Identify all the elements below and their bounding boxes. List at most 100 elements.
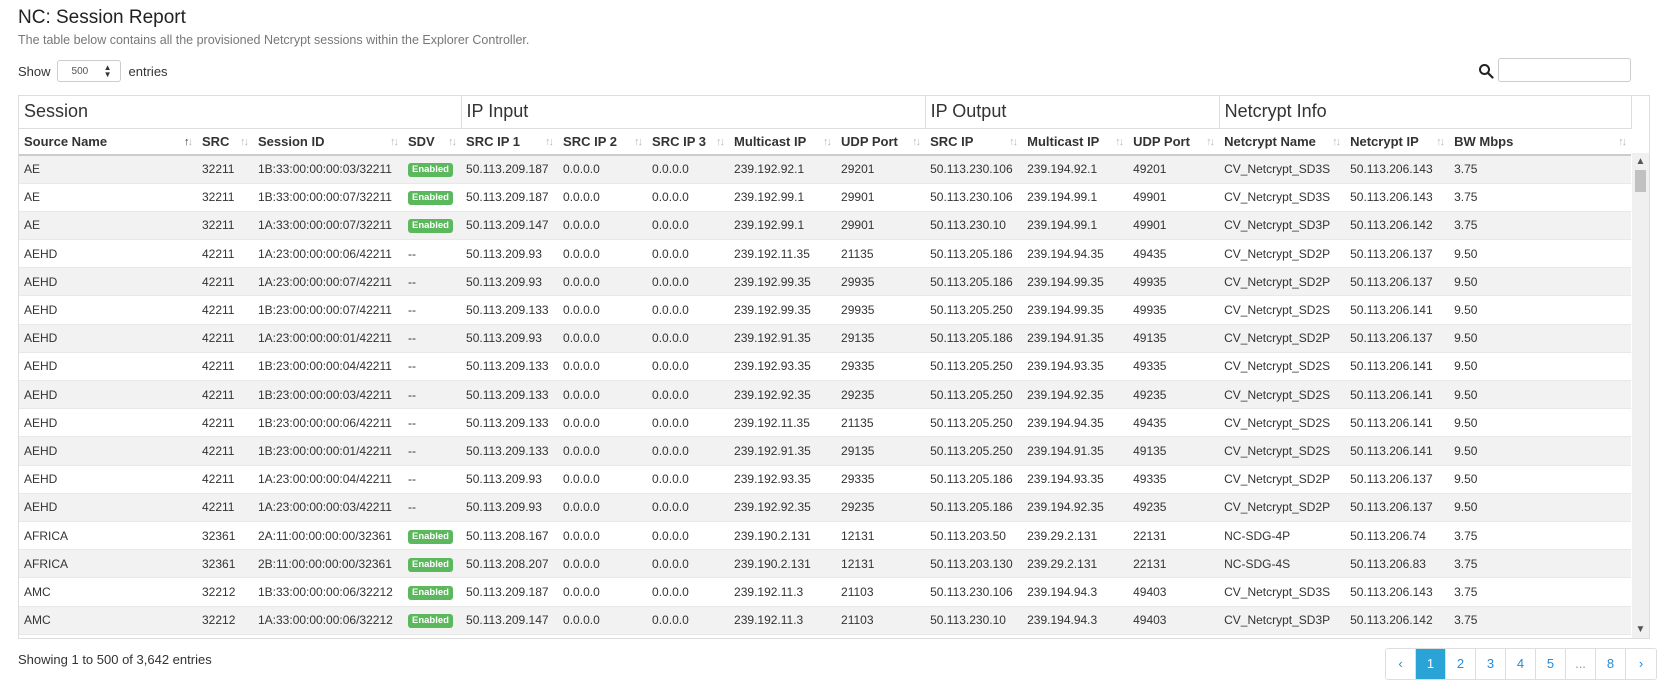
column-header-sdv-3[interactable]: SDV ↑↓: [403, 128, 462, 156]
table-cell: AEHD: [19, 436, 197, 466]
table-row[interactable]: AEHD 42211 1A:23:00:00:00:04/42211 -- 50.113…: [19, 465, 1632, 494]
scroll-up-icon[interactable]: ▲: [1632, 153, 1649, 170]
table-scrollbar[interactable]: ▲ ▼: [1632, 153, 1649, 638]
table-cell: 50.113.206.141: [1345, 408, 1450, 438]
table-cell: 0.0.0.0: [558, 436, 648, 466]
table-row[interactable]: AEHD 42211 1A:23:00:00:00:01/42211 -- 50.113…: [19, 324, 1632, 353]
column-header-src-ip-1-4[interactable]: SRC IP 1 ↑↓: [461, 128, 559, 156]
entries-per-page-select[interactable]: 500 ▲ ▼: [56, 60, 121, 82]
table-cell: 50.113.205.250: [925, 380, 1023, 410]
table-cell: AEHD: [19, 465, 197, 494]
column-header-multicast-ip-10[interactable]: Multicast IP ↑↓: [1022, 128, 1129, 156]
table-cell: --: [403, 352, 462, 382]
status-badge: Enabled: [408, 585, 453, 600]
table-row[interactable]: AE 32211 1B:33:00:00:00:03/32211 Enabled 50.…: [19, 155, 1632, 184]
table-row[interactable]: AEHD 42211 1A:23:00:00:00:06/42211 -- 50.113…: [19, 239, 1632, 269]
table-cell: 2B:11:00:00:00:00/32361: [253, 549, 403, 579]
table-cell: 50.113.206.83: [1345, 549, 1450, 579]
table-cell: 50.113.209.187: [461, 577, 559, 607]
table-cell: 42211: [197, 239, 253, 269]
table-cell: 239.194.93.35: [1022, 465, 1129, 494]
status-badge: Enabled: [408, 191, 453, 206]
table-row[interactable]: AEHD 42211 1B:23:00:00:00:04/42211 -- 50.113…: [19, 352, 1632, 382]
table-cell: 239.194.94.3: [1022, 577, 1129, 607]
table-cell: 3.75: [1449, 606, 1632, 635]
table-cell: 0.0.0.0: [647, 577, 730, 607]
table-cell: AE: [19, 155, 197, 184]
column-header-multicast-ip-7[interactable]: Multicast IP ↑↓: [729, 128, 837, 156]
scroll-down-icon[interactable]: ▼: [1632, 621, 1649, 638]
sort-icon: ↑↓: [184, 135, 193, 148]
table-cell: 50.113.205.250: [925, 408, 1023, 438]
column-header-src-1[interactable]: SRC ↑↓: [197, 128, 253, 156]
table-row[interactable]: AEHD 42211 1B:23:00:00:00:03/42211 -- 50.113…: [19, 380, 1632, 410]
table-cell: 239.192.99.35: [729, 267, 837, 297]
length-control: Show 500 ▲ ▼ entries: [18, 60, 168, 82]
table-cell: --: [403, 239, 462, 269]
table-cell: 239.194.94.3: [1022, 606, 1129, 635]
table-cell: 50.113.205.186: [925, 324, 1023, 353]
column-header-netcrypt-name-12[interactable]: Netcrypt Name ↑↓: [1219, 128, 1346, 156]
table-cell: 50.113.205.250: [925, 436, 1023, 466]
table-cell: 50.113.209.133: [461, 436, 559, 466]
pagination-page-5[interactable]: 5: [1536, 649, 1566, 679]
table-cell: 0.0.0.0: [558, 267, 648, 297]
pagination-page-4[interactable]: 4: [1506, 649, 1536, 679]
column-header-label: Netcrypt IP: [1350, 133, 1419, 149]
column-header-netcrypt-ip-13[interactable]: Netcrypt IP ↑↓: [1345, 128, 1450, 156]
table-row[interactable]: AMC 32212 1B:33:00:00:00:06/32212 Enabled 50…: [19, 577, 1632, 607]
sort-icon: ↑↓: [912, 135, 921, 148]
search-input[interactable]: [1498, 58, 1631, 82]
table-row[interactable]: AFRICA 32361 2B:11:00:00:00:00/32361 Enable…: [19, 549, 1632, 579]
table-cell: 0.0.0.0: [558, 239, 648, 269]
column-header-src-ip-3-6[interactable]: SRC IP 3 ↑↓: [647, 128, 730, 156]
table-cell: 0.0.0.0: [558, 183, 648, 212]
column-header-udp-port-11[interactable]: UDP Port ↑↓: [1128, 128, 1220, 156]
column-header-src-ip-9[interactable]: SRC IP ↑↓: [925, 128, 1023, 156]
table-cell: 50.113.206.137: [1345, 465, 1450, 494]
table-cell: 50.113.206.141: [1345, 295, 1450, 325]
table-row[interactable]: AEHD 42211 1A:23:00:00:00:03/42211 -- 50.113…: [19, 493, 1632, 522]
table-cell: CV_Netcrypt_SD3S: [1219, 577, 1346, 607]
table-row[interactable]: AEHD 42211 1B:23:00:00:00:07/42211 -- 50.113…: [19, 295, 1632, 325]
table-row[interactable]: AE 32211 1A:33:00:00:00:07/32211 Enabled 50.…: [19, 211, 1632, 241]
table-cell: 32361: [197, 521, 253, 551]
table-cell: 50.113.209.133: [461, 380, 559, 410]
column-header-udp-port-8[interactable]: UDP Port ↑↓: [836, 128, 926, 156]
pagination-next-button[interactable]: ›: [1626, 649, 1656, 679]
column-header-session-id-2[interactable]: Session ID ↑↓: [253, 128, 403, 156]
table-cell: 29935: [836, 267, 926, 297]
table-cell: 21103: [836, 606, 926, 635]
table-row[interactable]: AEHD 42211 1B:23:00:00:00:06/42211 -- 50.113…: [19, 408, 1632, 438]
table-cell: 50.113.206.141: [1345, 352, 1450, 382]
column-header-label: Multicast IP: [1027, 133, 1100, 149]
table-cell: 239.192.99.1: [729, 183, 837, 212]
table-cell: 50.113.209.133: [461, 352, 559, 382]
sort-icon: ↑↓: [1115, 135, 1124, 148]
pagination-page-8[interactable]: 8: [1596, 649, 1626, 679]
pagination-prev-button[interactable]: ‹: [1386, 649, 1416, 679]
column-header-bw-mbps-14[interactable]: BW Mbps ↑↓: [1449, 128, 1632, 156]
pagination-page-3[interactable]: 3: [1476, 649, 1506, 679]
scroll-thumb[interactable]: [1635, 170, 1646, 192]
session-table: Session IP Input IP Output Netcrypt Info…: [19, 96, 1632, 635]
table-cell: 0.0.0.0: [647, 295, 730, 325]
column-header-label: SRC: [202, 133, 230, 149]
table-row[interactable]: AEHD 42211 1B:23:00:00:00:01/42211 -- 50.113…: [19, 436, 1632, 466]
table-cell: 239.29.2.131: [1022, 549, 1129, 579]
table-row[interactable]: AE 32211 1B:33:00:00:00:07/32211 Enabled 50.…: [19, 183, 1632, 212]
sort-icon: ↑↓: [240, 135, 249, 148]
table-cell: 239.194.92.35: [1022, 380, 1129, 410]
column-header-src-ip-2-5[interactable]: SRC IP 2 ↑↓: [558, 128, 648, 156]
length-suffix: entries: [128, 63, 168, 79]
table-row[interactable]: AMC 32212 1A:33:00:00:00:06/32212 Enabled 50…: [19, 606, 1632, 635]
table-row[interactable]: AEHD 42211 1A:23:00:00:00:07/42211 -- 50.113…: [19, 267, 1632, 297]
table-cell: 239.190.2.131: [729, 549, 837, 579]
pagination-page-1[interactable]: 1: [1416, 649, 1446, 679]
table-cell: 50.113.209.93: [461, 267, 559, 297]
pagination-page-2[interactable]: 2: [1446, 649, 1476, 679]
column-header-label: Source Name: [24, 133, 108, 149]
table-row[interactable]: AFRICA 32361 2A:11:00:00:00:00/32361 Enable…: [19, 521, 1632, 551]
sort-icon: ↑↓: [1618, 135, 1627, 148]
column-header-source-name-0[interactable]: Source Name ↑↓: [19, 128, 197, 156]
